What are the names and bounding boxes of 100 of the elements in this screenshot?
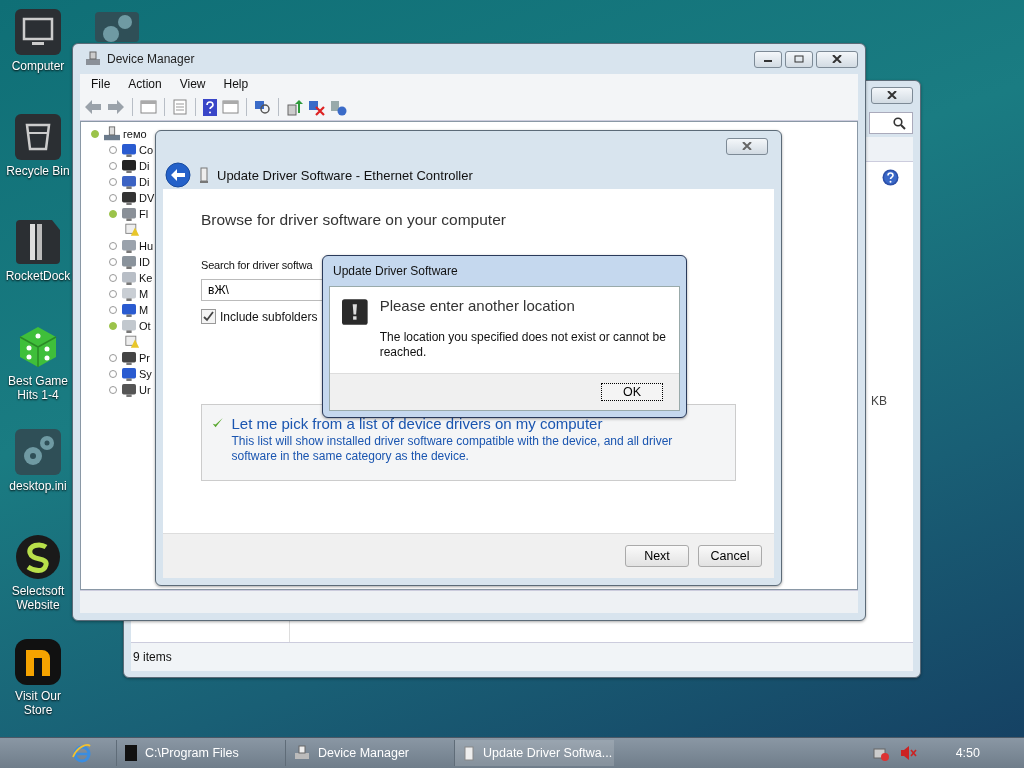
update-driver-icon[interactable] [286,98,303,116]
checkbox-label[interactable]: Include subfolders [220,309,318,324]
tree-item[interactable]: Ke [139,272,153,284]
expand-dot[interactable] [109,290,117,298]
install-icon[interactable] [330,98,347,116]
expand-dot[interactable] [109,194,117,202]
store-logo-icon[interactable] [14,638,62,686]
tree-item[interactable]: Sy [139,368,152,380]
icon-label[interactable]: RocketDock [5,269,71,283]
window-title: Device Manager [107,52,195,66]
forward-arrow-icon[interactable] [107,99,125,115]
help-icon[interactable] [882,169,899,186]
menu-item[interactable]: Help [214,77,258,91]
close-icon [742,142,752,150]
gears-icon[interactable] [14,428,62,476]
ok-button[interactable]: OK [601,383,663,401]
option-title[interactable]: Let me pick from a list of device drivers on my computer [231,415,721,432]
expand-dot[interactable] [109,146,117,154]
panel-icon[interactable] [222,99,239,115]
device-icon [121,271,137,285]
warning-device-icon[interactable] [125,335,140,349]
network-card-icon [463,745,475,761]
expand-dot[interactable] [109,354,117,362]
search-field[interactable] [869,112,913,134]
checkbox[interactable] [201,309,216,324]
tree-item[interactable]: Ur [139,384,151,396]
device-icon [121,287,137,301]
close-icon [832,55,842,63]
icon-label[interactable]: desktop.ini [9,479,67,493]
expand-dot[interactable] [109,306,117,314]
close-button[interactable] [816,50,858,68]
tree-item[interactable]: Di [139,176,150,188]
device-icon [121,383,137,397]
browser-e-icon[interactable] [72,743,92,763]
tree-item[interactable]: Hu [139,240,154,252]
device-manager-icon [294,745,310,761]
device-icon [121,191,137,205]
icon-label[interactable]: Selectsoft Website [0,584,76,612]
device-icon [121,255,137,269]
icon-label[interactable]: Visit Our Store [0,689,76,717]
device-manager-icon [85,51,101,67]
expand-dot[interactable] [109,274,117,282]
close-button[interactable] [726,137,768,155]
expand-dot[interactable] [109,370,117,378]
icon-label[interactable]: Computer [11,59,65,73]
icon-label[interactable]: Recycle Bin [6,164,70,178]
computer-icon[interactable] [14,8,62,56]
message-heading: Please enter another location [379,297,576,314]
close-button[interactable] [871,86,913,104]
scan-icon[interactable] [254,99,271,115]
expand-dot[interactable] [109,242,117,250]
panel-icon[interactable] [140,99,157,115]
taskbar-button[interactable]: Device Manager [285,740,445,766]
exclamation-icon [342,297,368,327]
gears-icon[interactable] [95,12,139,42]
menu-item[interactable]: View [170,77,215,91]
expand-dot[interactable] [109,322,117,330]
minimize-button[interactable] [754,50,782,68]
muted-speaker-icon[interactable] [899,745,918,761]
back-arrow-icon[interactable] [84,99,102,115]
device-icon [121,175,137,189]
expand-dot[interactable] [109,178,117,186]
tree-item[interactable]: Co [139,144,154,156]
tree-item[interactable]: Di [139,160,150,172]
expand-dot[interactable] [109,162,117,170]
dock-icon[interactable] [14,218,62,266]
tree-item[interactable]: ID [139,256,150,268]
expand-dot[interactable] [109,210,117,218]
device-icon [121,367,137,381]
expand-dot[interactable] [109,258,117,266]
tree-item[interactable]: Fl [139,208,149,220]
device-icon [121,143,137,157]
network-card-icon [199,167,209,183]
tree-item[interactable]: M [139,304,149,316]
tree-item[interactable]: M [139,288,149,300]
menu-item[interactable]: Action [119,77,171,91]
size-text: KB [871,394,887,408]
tree-item[interactable]: Pr [139,352,150,364]
page-heading: Browse for driver software on your computer [201,211,506,229]
tree-item[interactable]: гемо [123,128,147,140]
dialog-button[interactable]: Next [625,545,689,567]
uninstall-icon[interactable] [308,98,325,116]
taskbar-button[interactable]: C:\Program Files [116,740,276,766]
trash-icon[interactable] [14,113,62,161]
status-text: 9 items [133,650,172,664]
icon-label[interactable]: Best Game Hits 1-4 [0,374,76,402]
warning-device-icon[interactable] [125,223,140,237]
device-icon [121,239,137,253]
tree-item[interactable]: Ot [139,320,151,332]
expand-dot[interactable] [109,386,117,394]
tree-item[interactable]: DV [139,192,155,204]
dialog-button[interactable]: Cancel [698,545,762,567]
expand-dot[interactable] [91,130,99,138]
device-icon [121,303,137,317]
back-button-icon[interactable] [165,162,191,188]
letter-s-logo-icon[interactable] [14,533,62,581]
help-icon[interactable] [203,98,217,116]
message-text: The location you specified does not exist or cannot be reached. [379,330,667,360]
properties-icon[interactable] [172,99,188,115]
menu-item[interactable]: File [82,77,120,91]
